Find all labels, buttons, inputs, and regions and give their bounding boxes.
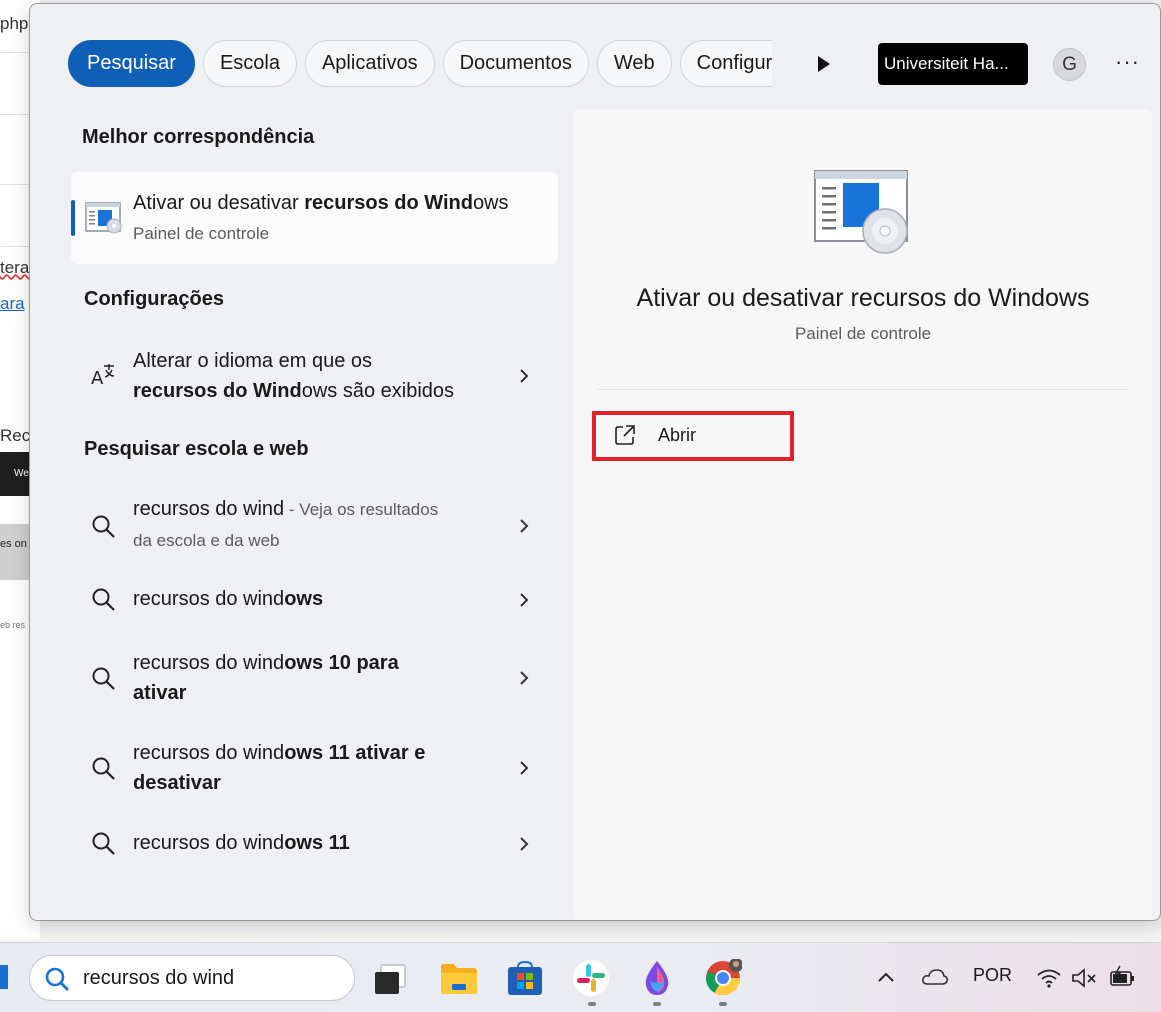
- bg-fragment: eb res: [0, 620, 26, 630]
- web-result-item[interactable]: recursos do windows 10 para ativar: [71, 646, 558, 710]
- taskbar-search-input[interactable]: recursos do wind: [83, 967, 234, 990]
- web-search-heading: Pesquisar escola e web: [84, 438, 309, 460]
- selection-indicator: [71, 200, 75, 236]
- preview-pane: Ativar ou desativar recursos do Windows …: [574, 109, 1152, 920]
- paint-icon[interactable]: [638, 959, 676, 997]
- best-match-result[interactable]: Ativar ou desativar recursos do Windows …: [71, 172, 558, 264]
- chevron-right-icon: [520, 671, 529, 685]
- more-options-icon[interactable]: ···: [1115, 49, 1140, 75]
- scroll-tabs-right-icon[interactable]: [816, 54, 832, 74]
- input-language-indicator[interactable]: POR: [973, 965, 1012, 986]
- search-icon: [92, 588, 115, 611]
- search-panel: Pesquisar Escola Aplicativos Documentos …: [29, 3, 1161, 921]
- preview-divider: [598, 389, 1128, 390]
- taskbar-search-box[interactable]: recursos do wind: [29, 955, 355, 1001]
- tab-aplicativos[interactable]: Aplicativos: [304, 40, 435, 87]
- best-match-heading: Melhor correspondência: [82, 126, 315, 148]
- settings-heading: Configurações: [84, 288, 225, 310]
- tab-documentos[interactable]: Documentos: [442, 40, 589, 87]
- search-icon: [92, 832, 115, 855]
- chrome-icon[interactable]: [704, 959, 742, 997]
- show-hidden-icons-chevron-up-icon[interactable]: [876, 969, 896, 985]
- tab-web[interactable]: Web: [596, 40, 672, 87]
- settings-result-text: Alterar o idioma em que os recursos do W…: [133, 350, 455, 402]
- search-icon: [92, 515, 115, 538]
- microsoft-store-icon[interactable]: [506, 959, 544, 997]
- svg-text:A: A: [91, 368, 104, 388]
- search-icon: [92, 667, 115, 690]
- chevron-right-icon: [520, 593, 529, 607]
- web-result-item[interactable]: recursos do windows: [71, 582, 558, 618]
- windows-features-icon: [85, 202, 122, 234]
- volume-muted-icon[interactable]: [1071, 967, 1097, 989]
- windows-features-large-icon: [814, 170, 908, 254]
- best-match-title: Ativar ou desativar recursos do Windows: [133, 192, 509, 214]
- bg-link[interactable]: ara: [0, 294, 25, 314]
- preview-subtitle: Painel de controle: [794, 324, 932, 343]
- best-match-subtitle: Painel de controle: [133, 224, 270, 243]
- web-result-text: recursos do windows 11 ativar e desativa…: [133, 742, 426, 794]
- running-indicator: [588, 1002, 596, 1006]
- file-explorer-icon[interactable]: [440, 959, 478, 997]
- web-result-text: recursos do windows 10 para ativar: [133, 652, 399, 704]
- language-icon: A: [91, 364, 115, 388]
- running-indicator: [719, 1002, 727, 1006]
- web-result-item[interactable]: recursos do wind - Veja os resultados da…: [71, 494, 558, 558]
- start-button-icon[interactable]: [0, 965, 8, 989]
- organization-badge[interactable]: Universiteit Ha...: [878, 43, 1028, 85]
- onedrive-cloud-icon[interactable]: [921, 967, 949, 987]
- search-icon: [92, 757, 115, 780]
- open-action-label: Abrir: [658, 425, 697, 445]
- tab-configuracoes[interactable]: Configur: [679, 40, 773, 87]
- chevron-right-icon: [520, 837, 529, 851]
- web-result-text: recursos do wind - Veja os resultados da…: [133, 498, 439, 550]
- taskbar: recursos do wind POR: [0, 942, 1161, 1012]
- search-icon: [45, 967, 69, 991]
- web-result-item[interactable]: recursos do windows 11: [71, 826, 558, 862]
- bg-fragment: es on: [0, 538, 27, 550]
- chevron-right-icon: [520, 519, 529, 533]
- slack-icon[interactable]: [572, 959, 610, 997]
- web-result-text: recursos do windows 11: [133, 832, 350, 854]
- web-result-item[interactable]: recursos do windows 11 ativar e desativa…: [71, 736, 558, 800]
- filter-tabs: Pesquisar Escola Aplicativos Documentos …: [68, 40, 788, 87]
- web-result-text: recursos do windows: [133, 588, 324, 610]
- chevron-right-icon: [520, 369, 529, 383]
- open-action-button[interactable]: Abrir: [592, 411, 794, 461]
- bg-fragment: We: [14, 468, 29, 479]
- tab-escola[interactable]: Escola: [202, 40, 297, 87]
- settings-result[interactable]: A Alterar o idioma em que os recursos do…: [71, 344, 558, 408]
- task-view-icon[interactable]: [373, 959, 411, 997]
- open-external-icon: [615, 425, 635, 445]
- bg-fragment: tera: [0, 258, 30, 277]
- tab-pesquisar[interactable]: Pesquisar: [68, 40, 195, 87]
- bg-fragment: php: [0, 14, 29, 33]
- battery-charging-icon[interactable]: [1108, 965, 1136, 989]
- account-avatar[interactable]: G: [1053, 48, 1086, 81]
- chevron-right-icon: [520, 761, 529, 775]
- wifi-icon[interactable]: [1036, 967, 1062, 989]
- preview-title: Ativar ou desativar recursos do Windows: [636, 284, 1090, 312]
- running-indicator: [653, 1002, 661, 1006]
